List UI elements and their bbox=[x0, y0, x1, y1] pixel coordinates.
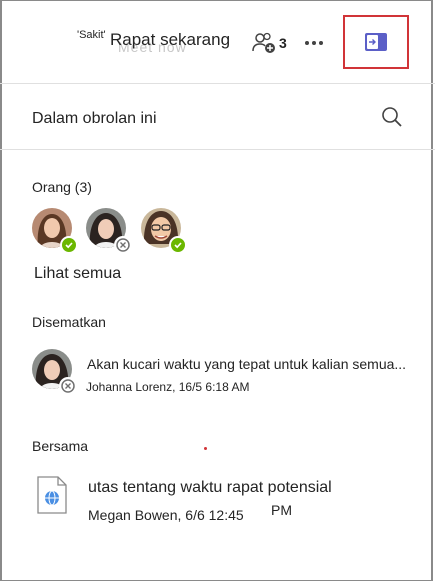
shared-file-meta-suffix: PM bbox=[271, 502, 292, 518]
shared-label: Bersama bbox=[32, 438, 89, 454]
cursor-dot bbox=[204, 447, 207, 450]
see-all-link[interactable]: Lihat semua bbox=[34, 265, 121, 283]
status-tag: 'Sakit' bbox=[77, 29, 106, 41]
more-options-icon[interactable] bbox=[304, 29, 324, 49]
shared-file-title: utas tentang waktu rapat potensial bbox=[88, 479, 332, 496]
presence-offline-icon bbox=[59, 377, 77, 395]
presence-available-icon bbox=[169, 236, 187, 254]
meet-now-button[interactable]: Rapat sekarang bbox=[110, 30, 230, 50]
chat-info-title: Dalam obrolan ini bbox=[32, 110, 157, 127]
pinned-label: Disematkan bbox=[32, 314, 106, 330]
open-side-panel-button[interactable] bbox=[343, 15, 409, 69]
chat-top-bar: Meet now 'Sakit' Rapat sekarang 3 bbox=[0, 0, 435, 84]
people-label: Orang (3) bbox=[32, 179, 92, 195]
pinned-message-meta: Johanna Lorenz, 16/5 6:18 AM bbox=[86, 380, 250, 394]
presence-available-icon bbox=[60, 236, 78, 254]
link-file-icon bbox=[36, 475, 68, 520]
participants-button[interactable]: 3 bbox=[252, 30, 292, 56]
pinned-message-text: Akan kucari waktu yang tepat untuk kalia… bbox=[87, 356, 407, 372]
presence-offline-icon bbox=[114, 236, 132, 254]
chat-info-header: Dalam obrolan ini bbox=[0, 84, 435, 150]
side-panel-icon bbox=[365, 33, 387, 51]
shared-file-meta: Megan Bowen, 6/6 12:45 bbox=[88, 507, 244, 523]
people-add-icon bbox=[252, 32, 275, 53]
participant-count: 3 bbox=[279, 35, 287, 51]
search-icon[interactable] bbox=[381, 106, 403, 133]
